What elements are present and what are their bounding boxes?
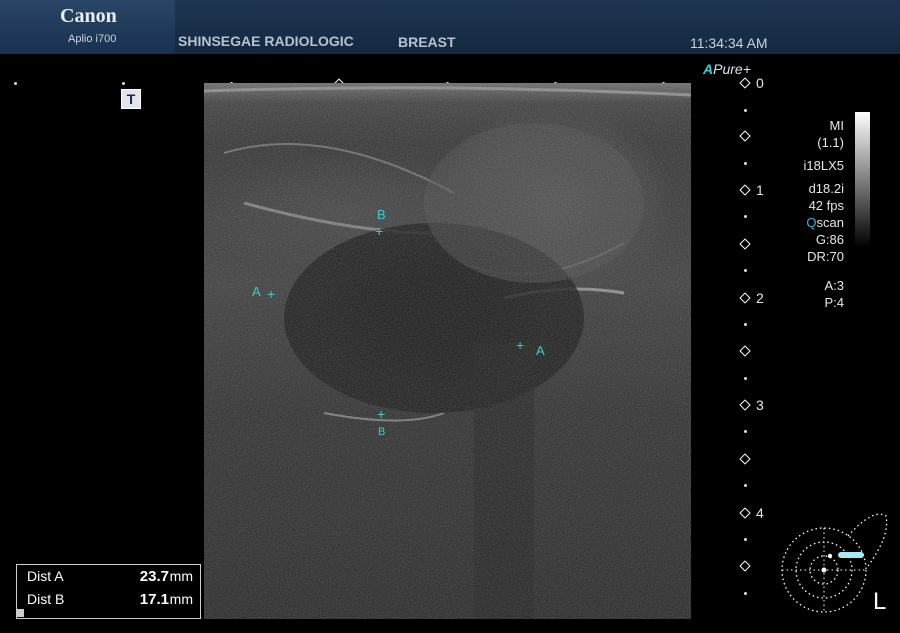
qscan-label: Qscan	[804, 214, 844, 231]
depth-dot	[744, 162, 747, 165]
depth-diamond	[739, 77, 751, 89]
depth-dot	[744, 323, 747, 326]
depth-diamond	[739, 453, 751, 465]
measurement-unit: mm	[169, 568, 193, 584]
depth-label: 0	[756, 75, 764, 91]
measurement-value: 23.7	[139, 568, 169, 585]
exam-type: BREAST	[398, 34, 456, 50]
brand-logo: Canon	[60, 5, 117, 27]
scale-dot	[122, 82, 125, 85]
measurement-label: Dist B	[27, 591, 65, 607]
clock: 11:34:34 AM	[690, 35, 768, 51]
measurement-box: Dist A 23.7 mm Dist B 17.1 mm	[16, 564, 201, 619]
depth-diamond	[739, 238, 751, 250]
caliper-a-left[interactable]: +	[267, 287, 275, 301]
qscan-q-icon: Q	[806, 215, 817, 230]
apure-a-icon: A	[703, 61, 714, 77]
depth-label: 1	[756, 182, 764, 198]
depth-label: 2	[756, 290, 764, 306]
logo-box: Canon Aplio i700	[0, 0, 175, 54]
qscan-text: scan	[816, 215, 844, 230]
transducer-marker: T	[121, 89, 141, 109]
frame-rate: 42 fps	[808, 198, 844, 213]
model-name: Aplio i700	[68, 33, 117, 45]
measurement-value: 17.1	[139, 591, 169, 608]
acquisition-params: MI (1.1) i18LX5 d18.2i 42 fps Qscan G:86…	[804, 117, 844, 311]
caliper-a-label: A	[252, 284, 261, 299]
depth-dot	[744, 269, 747, 272]
scale-dot	[14, 82, 17, 85]
p-value: P:4	[824, 295, 844, 310]
caliper-a-right[interactable]: +	[516, 338, 524, 352]
depth-gain: d18.2i	[808, 181, 844, 196]
probe-name: i18LX5	[803, 158, 844, 173]
depth-dot	[744, 538, 747, 541]
depth-dot	[744, 109, 747, 112]
caliper-a-label-right: A	[536, 343, 545, 358]
depth-diamond	[739, 345, 751, 357]
apure-indicator: APure+	[703, 61, 751, 77]
hospital-name: SHINSEGAE RADIOLOGIC	[178, 33, 354, 49]
side-indicator: L	[873, 588, 887, 615]
mi-value: (1.1)	[817, 135, 844, 150]
header-bar: Canon Aplio i700 SHINSEGAE RADIOLOGIC BR…	[0, 0, 900, 54]
depth-diamond	[739, 560, 751, 572]
depth-label: 3	[756, 397, 764, 413]
mi-label: MI	[829, 118, 844, 133]
caliper-b-label: B	[377, 207, 386, 222]
depth-dot	[744, 430, 747, 433]
caliper-b-top[interactable]: +	[375, 224, 383, 238]
depth-diamond	[739, 507, 751, 519]
dynamic-range: DR:70	[807, 249, 844, 264]
measurement-unit: mm	[169, 591, 193, 607]
ultrasound-texture	[204, 83, 691, 619]
depth-diamond	[739, 292, 751, 304]
measurement-label: Dist A	[27, 568, 64, 584]
depth-dot	[744, 215, 747, 218]
grayscale-bar	[855, 112, 870, 247]
depth-dot	[744, 484, 747, 487]
depth-diamond	[739, 399, 751, 411]
depth-dot	[744, 377, 747, 380]
depth-diamond	[739, 184, 751, 196]
apure-label: Pure+	[713, 61, 751, 77]
indicator-square	[16, 609, 24, 617]
ultrasound-image[interactable]	[204, 83, 691, 619]
gain-value: G:86	[815, 232, 844, 247]
depth-dot	[744, 592, 747, 595]
depth-label: 4	[756, 505, 764, 521]
caliper-b-bottom[interactable]: +	[377, 407, 385, 421]
depth-diamond	[739, 130, 751, 142]
a-value: A:3	[824, 278, 844, 293]
caliper-b-label-bottom: B	[378, 426, 386, 438]
